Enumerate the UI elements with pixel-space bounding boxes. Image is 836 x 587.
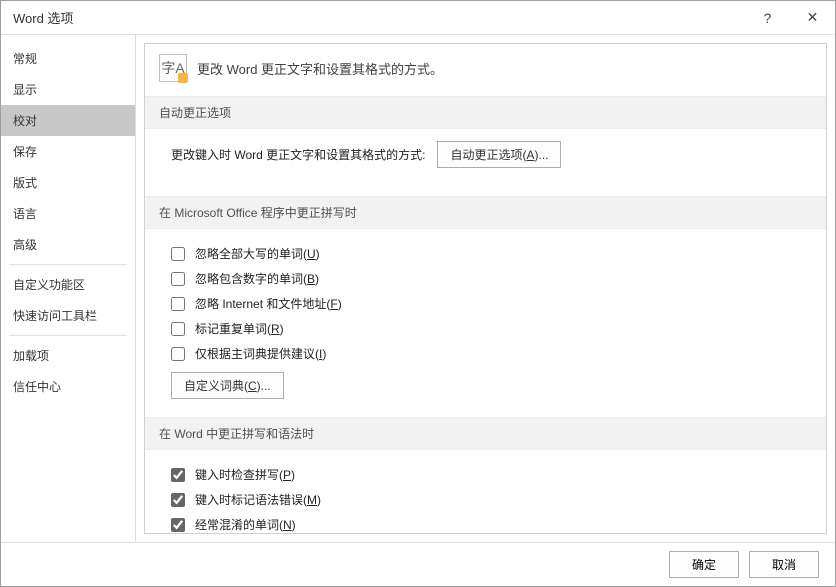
checkbox[interactable] [171,247,185,261]
panel-header: 字A 更改 Word 更正文字和设置其格式的方式。 [145,48,826,96]
sidebar: 常规显示校对保存版式语言高级自定义功能区快速访问工具栏加载项信任中心 [1,35,136,542]
sidebar-item[interactable]: 版式 [1,167,135,198]
panel-header-text: 更改 Word 更正文字和设置其格式的方式。 [197,59,443,78]
sidebar-separator [9,264,127,265]
dialog-footer: 确定 取消 [1,542,835,586]
sidebar-item[interactable]: 常规 [1,43,135,74]
custom-dictionaries-button[interactable]: 自定义词典(C)... [171,372,284,399]
section-autocorrect-title: 自动更正选项 [145,96,826,129]
sidebar-separator [9,335,127,336]
checkbox-label: 键入时检查拼写(P) [195,466,295,483]
checkbox[interactable] [171,468,185,482]
checkbox-row: 标记重复单词(R) [171,316,812,341]
sidebar-item[interactable]: 加载项 [1,340,135,371]
sidebar-item[interactable]: 校对 [1,105,135,136]
checkbox[interactable] [171,272,185,286]
section-word-title: 在 Word 中更正拼写和语法时 [145,417,826,450]
autocorrect-options-button[interactable]: 自动更正选项(A)... [437,141,561,168]
sidebar-item[interactable]: 信任中心 [1,371,135,402]
help-button[interactable]: ? [745,1,790,35]
checkbox[interactable] [171,493,185,507]
checkbox[interactable] [171,322,185,336]
sidebar-item[interactable]: 快速访问工具栏 [1,300,135,331]
checkbox-row: 忽略 Internet 和文件地址(F) [171,291,812,316]
dialog-body: 常规显示校对保存版式语言高级自定义功能区快速访问工具栏加载项信任中心 字A 更改… [1,35,835,542]
checkbox-row: 仅根据主词典提供建议(I) [171,341,812,366]
checkbox-label: 忽略 Internet 和文件地址(F) [195,295,342,312]
section-office-title: 在 Microsoft Office 程序中更正拼写时 [145,196,826,229]
section-office-body: 忽略全部大写的单词(U) 忽略包含数字的单词(B) 忽略 Internet 和文件地… [145,229,826,417]
checkbox-label: 键入时标记语法错误(M) [195,491,321,508]
checkbox-row: 键入时检查拼写(P) [171,462,812,487]
checkbox[interactable] [171,297,185,311]
dialog-title: Word 选项 [13,8,745,27]
checkbox-row: 忽略包含数字的单词(B) [171,266,812,291]
autocorrect-row-label: 更改键入时 Word 更正文字和设置其格式的方式: [171,146,425,163]
checkbox[interactable] [171,518,185,532]
checkbox-label: 标记重复单词(R) [195,320,284,337]
autocorrect-row: 更改键入时 Word 更正文字和设置其格式的方式: 自动更正选项(A)... [171,141,812,168]
ok-button[interactable]: 确定 [669,551,739,578]
sidebar-item[interactable]: 语言 [1,198,135,229]
sidebar-item[interactable]: 显示 [1,74,135,105]
content-wrapper: 字A 更改 Word 更正文字和设置其格式的方式。 自动更正选项 更改键入时 W… [136,35,835,542]
proofing-icon: 字A [159,54,187,82]
checkbox-row: 忽略全部大写的单词(U) [171,241,812,266]
sidebar-item[interactable]: 高级 [1,229,135,260]
proofing-panel: 字A 更改 Word 更正文字和设置其格式的方式。 自动更正选项 更改键入时 W… [144,43,827,534]
checkbox-label: 忽略全部大写的单词(U) [195,245,320,262]
section-word-body: 键入时检查拼写(P)键入时标记语法错误(M)经常混淆的单词(N)随拼写检查语法(… [145,450,826,534]
cancel-button[interactable]: 取消 [749,551,819,578]
sidebar-item[interactable]: 自定义功能区 [1,269,135,300]
checkbox-row: 键入时标记语法错误(M) [171,487,812,512]
close-button[interactable]: ✕ [790,1,835,35]
checkbox-label: 忽略包含数字的单词(B) [195,270,319,287]
section-autocorrect-body: 更改键入时 Word 更正文字和设置其格式的方式: 自动更正选项(A)... [145,129,826,196]
checkbox-label: 仅根据主词典提供建议(I) [195,345,326,362]
sidebar-item[interactable]: 保存 [1,136,135,167]
checkbox-label: 经常混淆的单词(N) [195,516,296,533]
word-options-dialog: Word 选项 ? ✕ 常规显示校对保存版式语言高级自定义功能区快速访问工具栏加… [0,0,836,587]
titlebar: Word 选项 ? ✕ [1,1,835,35]
checkbox[interactable] [171,347,185,361]
checkbox-row: 经常混淆的单词(N) [171,512,812,534]
